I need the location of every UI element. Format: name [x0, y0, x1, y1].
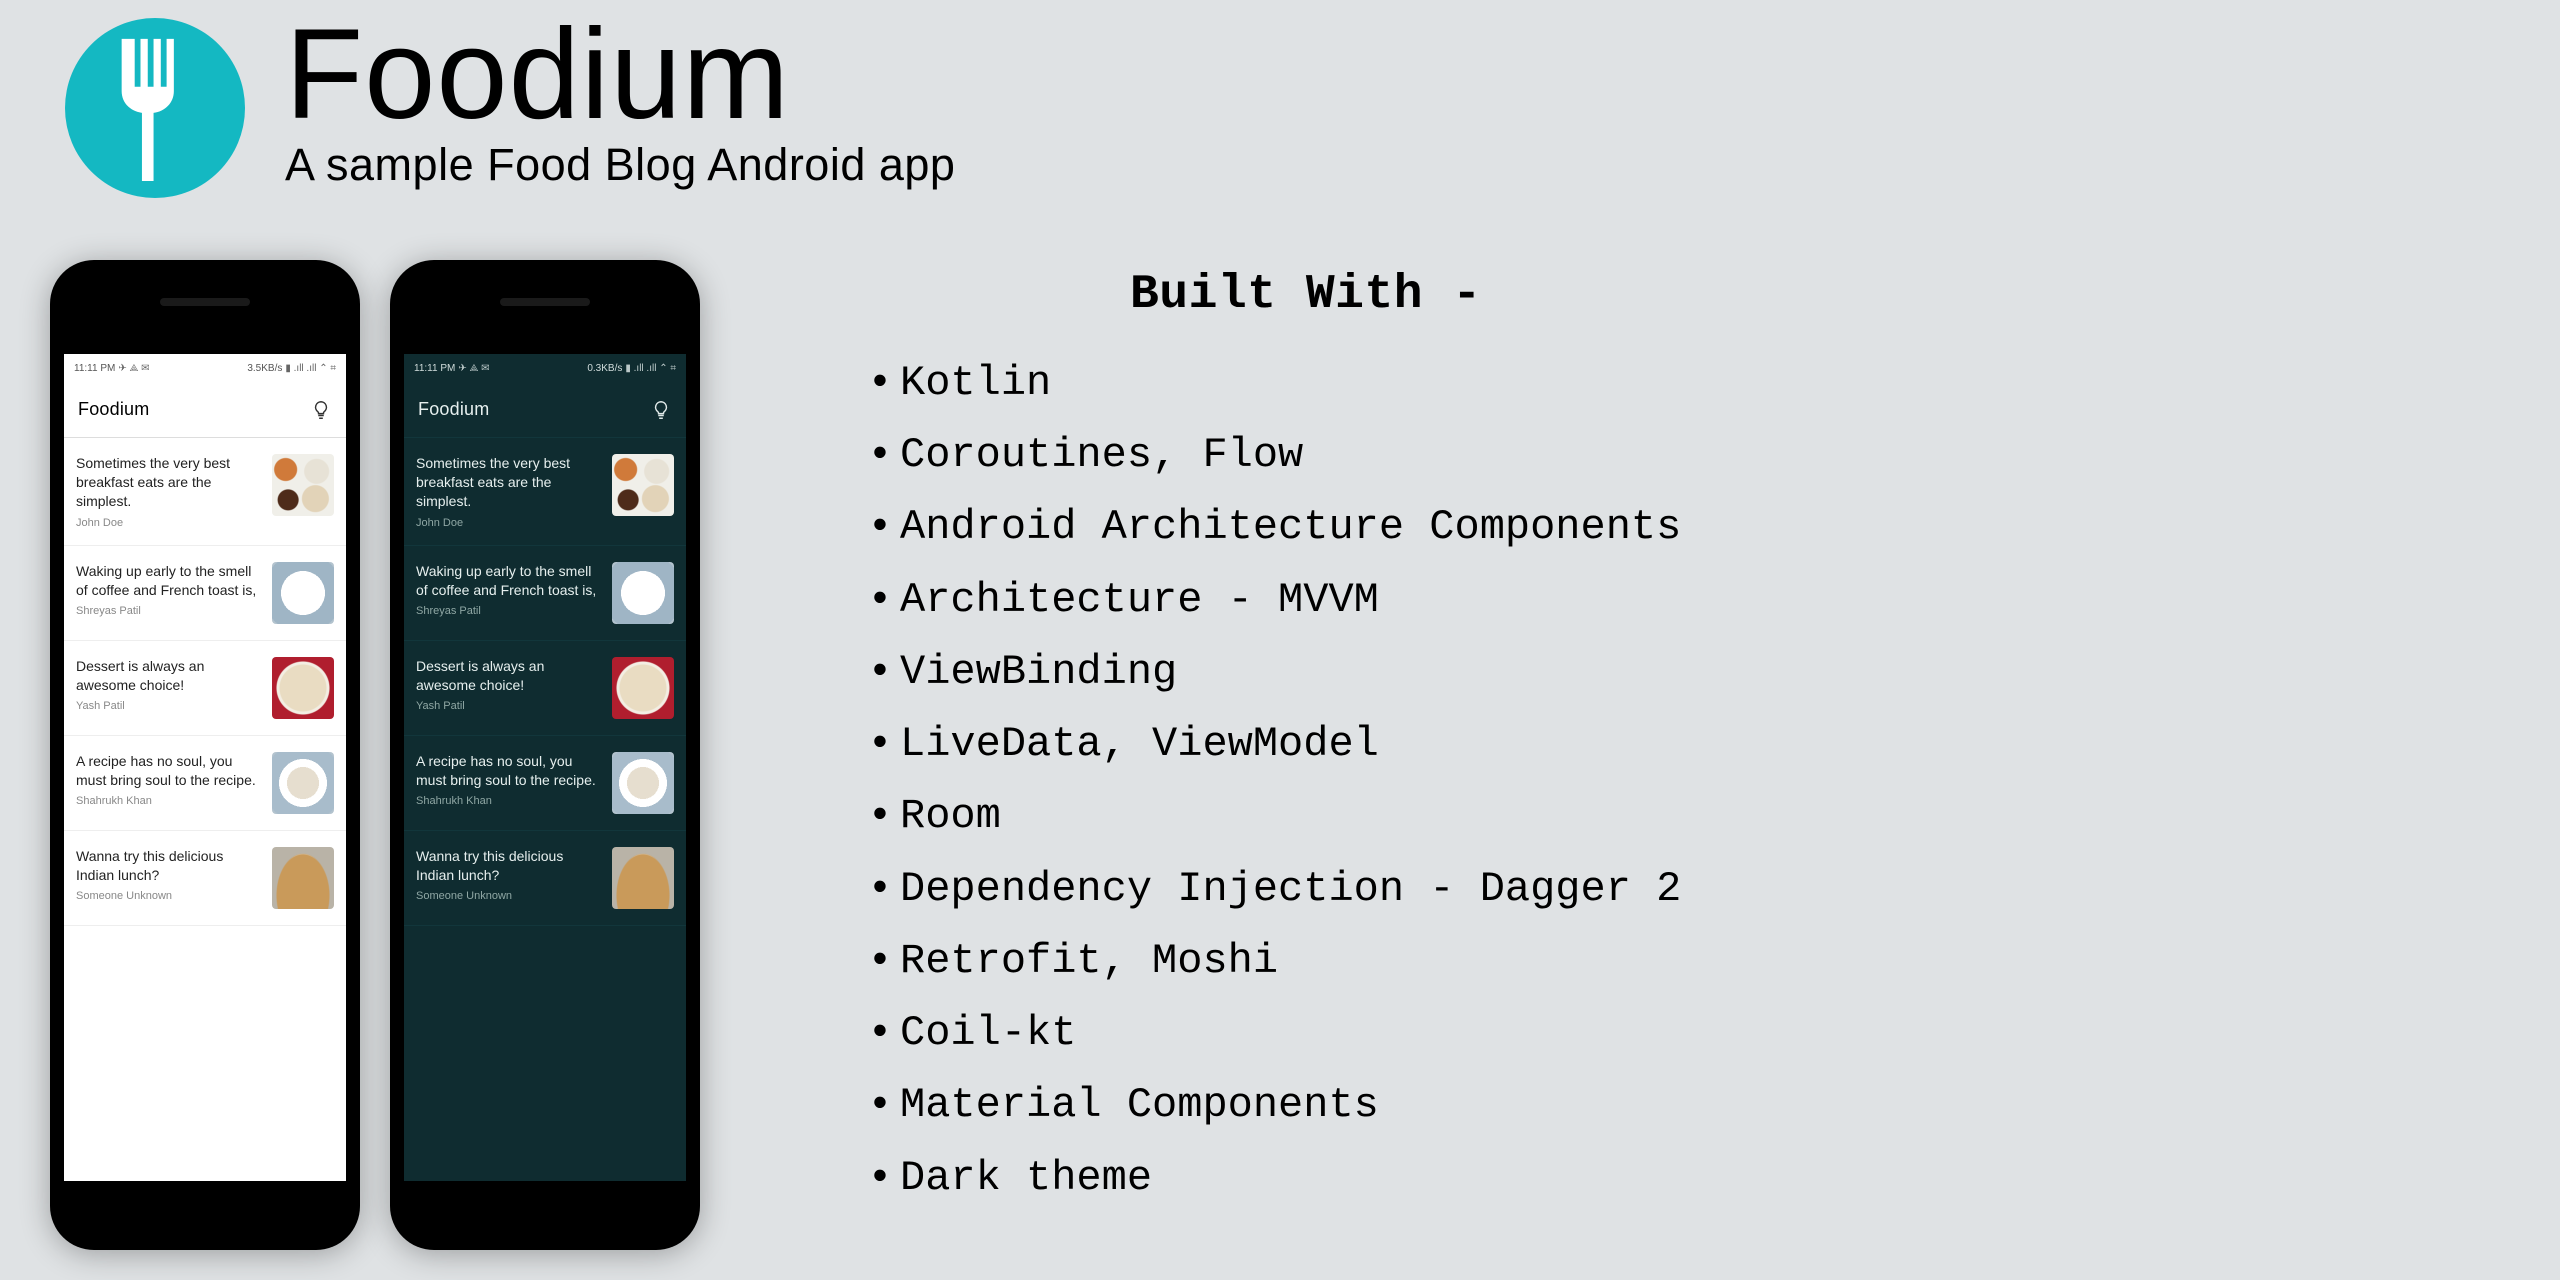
- built-with-item: Architecture - MVVM: [860, 564, 2510, 636]
- built-with-item: Retrofit, Moshi: [860, 925, 2510, 997]
- status-left-icons: ✈ ⟁ ✉: [118, 363, 149, 374]
- status-left-icons: ✈ ⟁ ✉: [458, 363, 489, 374]
- app-bar-title: Foodium: [418, 399, 489, 420]
- post-title: Wanna try this delicious Indian lunch?: [416, 847, 600, 885]
- phone-dark: 11:11 PM ✈ ⟁ ✉ 0.3KB/s ▮ .ıll .ıll ⌃ ⌗ F…: [390, 260, 700, 1250]
- post-list[interactable]: Sometimes the very best breakfast eats a…: [404, 438, 686, 926]
- post-list[interactable]: Sometimes the very best breakfast eats a…: [64, 438, 346, 926]
- status-time: 11:11 PM: [74, 363, 115, 374]
- post-thumbnail: [612, 847, 674, 909]
- phone-light: 11:11 PM ✈ ⟁ ✉ 3.5KB/s ▮ .ıll .ıll ⌃ ⌗ F…: [50, 260, 360, 1250]
- post-title: Sometimes the very best breakfast eats a…: [416, 454, 600, 511]
- list-item[interactable]: Waking up early to the smell of coffee a…: [404, 546, 686, 641]
- post-author: Someone Unknown: [76, 890, 260, 902]
- built-with-item: LiveData, ViewModel: [860, 708, 2510, 780]
- built-with-heading: Built With -: [1130, 268, 2510, 322]
- list-item[interactable]: Dessert is always an awesome choice! Yash…: [64, 641, 346, 736]
- post-thumbnail: [612, 657, 674, 719]
- built-with-item: Dark theme: [860, 1142, 2510, 1214]
- app-title: Foodium: [285, 11, 955, 139]
- list-item[interactable]: A recipe has no soul, you must bring sou…: [404, 736, 686, 831]
- list-item[interactable]: Sometimes the very best breakfast eats a…: [64, 438, 346, 546]
- post-author: Yash Patil: [76, 700, 260, 712]
- post-author: Shahrukh Khan: [416, 795, 600, 807]
- built-with-item: Material Components: [860, 1069, 2510, 1141]
- status-bar: 11:11 PM ✈ ⟁ ✉ 3.5KB/s ▮ .ıll .ıll ⌃ ⌗: [64, 354, 346, 382]
- built-with-item: Coil-kt: [860, 997, 2510, 1069]
- app-bar-title: Foodium: [78, 399, 149, 420]
- net-rate: 3.5KB/s: [247, 363, 282, 374]
- phone-dark-screen: 11:11 PM ✈ ⟁ ✉ 0.3KB/s ▮ .ıll .ıll ⌃ ⌗ F…: [404, 354, 686, 1181]
- built-with-list: KotlinCoroutines, FlowAndroid Architectu…: [860, 347, 2510, 1214]
- built-with-item: Android Architecture Components: [860, 491, 2510, 563]
- status-time: 11:11 PM: [414, 363, 455, 374]
- post-author: Shreyas Patil: [76, 605, 260, 617]
- phone-speaker: [500, 298, 590, 306]
- post-author: John Doe: [76, 517, 260, 529]
- list-item[interactable]: Dessert is always an awesome choice! Yash…: [404, 641, 686, 736]
- status-right-icons: ▮ .ıll .ıll ⌃ ⌗: [625, 363, 676, 374]
- post-title: Wanna try this delicious Indian lunch?: [76, 847, 260, 885]
- post-thumbnail: [612, 454, 674, 516]
- list-item[interactable]: A recipe has no soul, you must bring sou…: [64, 736, 346, 831]
- built-with-item: Room: [860, 780, 2510, 852]
- post-author: Yash Patil: [416, 700, 600, 712]
- phone-speaker: [160, 298, 250, 306]
- post-thumbnail: [612, 562, 674, 624]
- built-with-section: Built With - KotlinCoroutines, FlowAndro…: [860, 268, 2510, 1214]
- post-author: Someone Unknown: [416, 890, 600, 902]
- post-title: Sometimes the very best breakfast eats a…: [76, 454, 260, 511]
- built-with-item: ViewBinding: [860, 636, 2510, 708]
- post-title: Dessert is always an awesome choice!: [416, 657, 600, 695]
- post-author: Shreyas Patil: [416, 605, 600, 617]
- header-text: Foodium A sample Food Blog Android app: [285, 26, 955, 191]
- theme-toggle-icon[interactable]: [310, 399, 332, 421]
- post-title: Dessert is always an awesome choice!: [76, 657, 260, 695]
- post-thumbnail: [272, 562, 334, 624]
- phone-light-screen: 11:11 PM ✈ ⟁ ✉ 3.5KB/s ▮ .ıll .ıll ⌃ ⌗ F…: [64, 354, 346, 1181]
- post-thumbnail: [272, 752, 334, 814]
- header: Foodium A sample Food Blog Android app: [65, 18, 955, 198]
- list-item[interactable]: Wanna try this delicious Indian lunch? So…: [64, 831, 346, 926]
- theme-toggle-icon[interactable]: [650, 399, 672, 421]
- post-thumbnail: [272, 657, 334, 719]
- post-title: A recipe has no soul, you must bring sou…: [76, 752, 260, 790]
- list-item[interactable]: Wanna try this delicious Indian lunch? So…: [404, 831, 686, 926]
- phone-mockups: 11:11 PM ✈ ⟁ ✉ 3.5KB/s ▮ .ıll .ıll ⌃ ⌗ F…: [50, 260, 700, 1250]
- status-right-icons: ▮ .ıll .ıll ⌃ ⌗: [285, 363, 336, 374]
- list-item[interactable]: Waking up early to the smell of coffee a…: [64, 546, 346, 641]
- built-with-item: Kotlin: [860, 347, 2510, 419]
- post-thumbnail: [272, 454, 334, 516]
- post-thumbnail: [272, 847, 334, 909]
- built-with-item: Coroutines, Flow: [860, 419, 2510, 491]
- app-subtitle: A sample Food Blog Android app: [285, 139, 955, 191]
- app-logo: [65, 18, 245, 198]
- status-bar: 11:11 PM ✈ ⟁ ✉ 0.3KB/s ▮ .ıll .ıll ⌃ ⌗: [404, 354, 686, 382]
- post-title: Waking up early to the smell of coffee a…: [76, 562, 260, 600]
- post-author: Shahrukh Khan: [76, 795, 260, 807]
- app-bar: Foodium: [404, 382, 686, 438]
- net-rate: 0.3KB/s: [587, 363, 622, 374]
- post-title: A recipe has no soul, you must bring sou…: [416, 752, 600, 790]
- list-item[interactable]: Sometimes the very best breakfast eats a…: [404, 438, 686, 546]
- post-author: John Doe: [416, 517, 600, 529]
- built-with-item: Dependency Injection - Dagger 2: [860, 853, 2510, 925]
- app-bar: Foodium: [64, 382, 346, 438]
- fork-icon: [111, 36, 199, 181]
- post-title: Waking up early to the smell of coffee a…: [416, 562, 600, 600]
- post-thumbnail: [612, 752, 674, 814]
